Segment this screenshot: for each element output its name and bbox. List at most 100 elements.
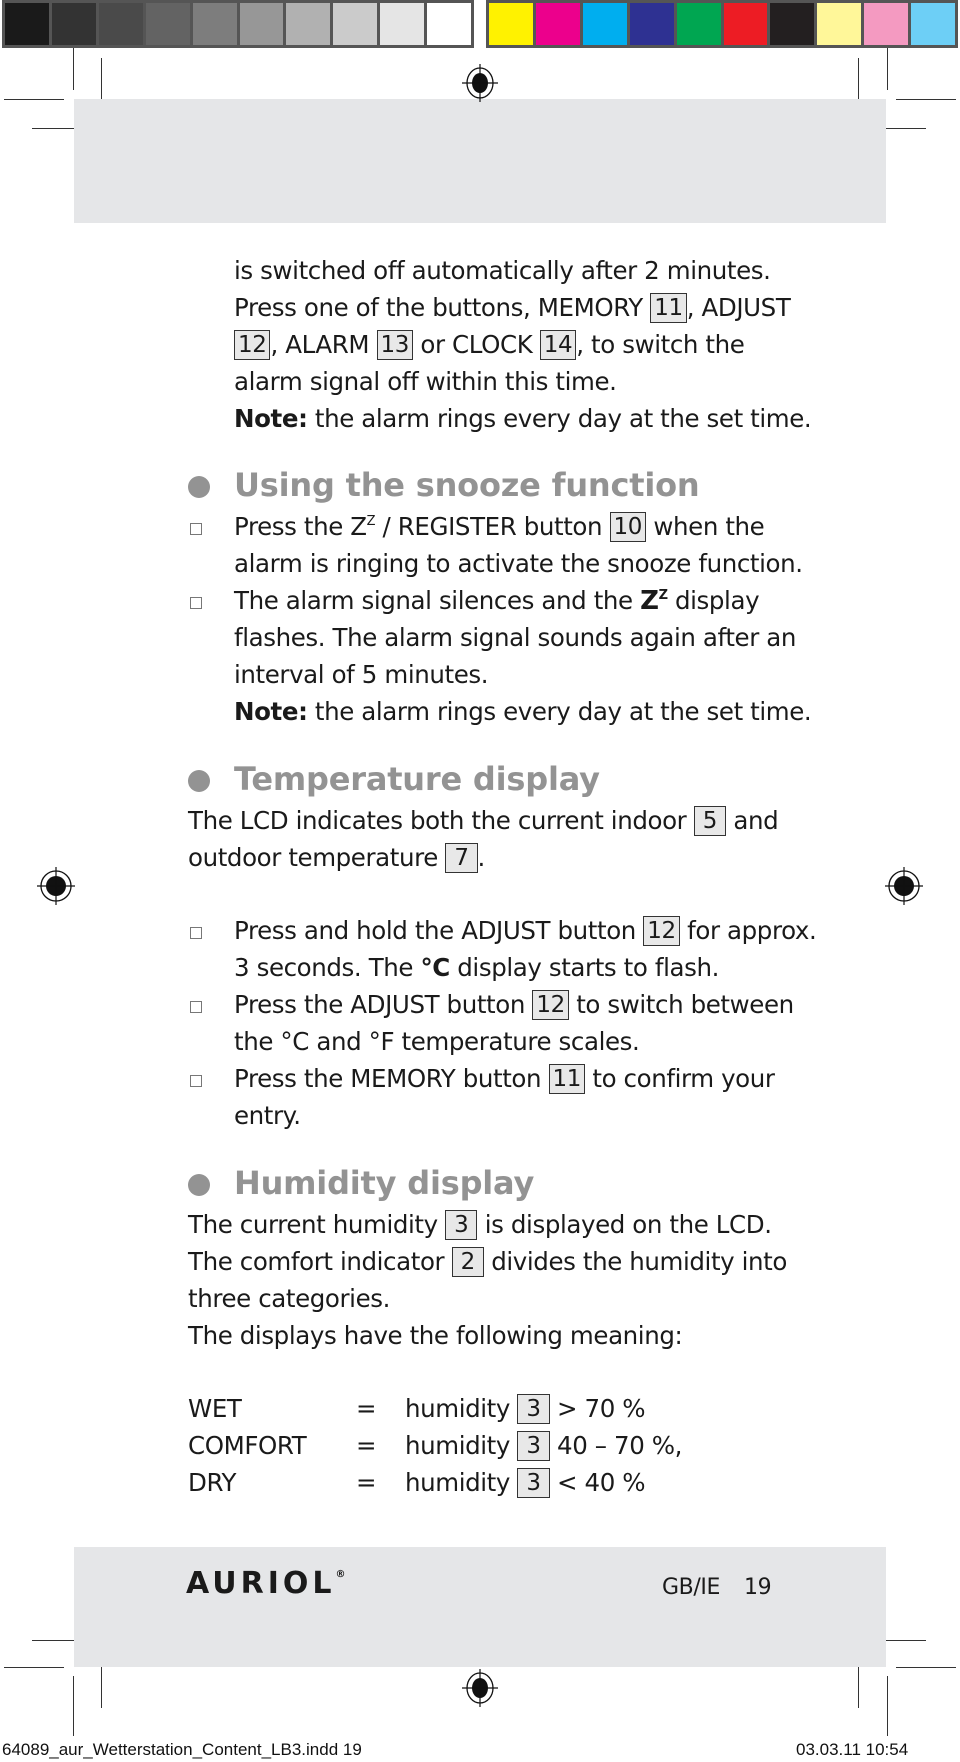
registration-mark-icon	[37, 867, 75, 905]
text: to confirm your	[584, 1064, 775, 1093]
grey-swatch	[51, 3, 96, 45]
text: 3 seconds. The	[234, 953, 421, 982]
intro-note: Note: the alarm rings every day at the s…	[234, 400, 812, 437]
section-bullet-icon	[188, 770, 210, 792]
text: display starts to flash.	[449, 953, 719, 982]
text: The comfort indicator	[188, 1247, 452, 1276]
grey-swatch	[239, 3, 284, 45]
brand-name: AURIOL	[186, 1566, 336, 1601]
grey-swatch	[286, 3, 331, 45]
slug-filename: 64089_aur_Wetterstation_Content_LB3.indd…	[2, 1740, 362, 1759]
grey-swatch	[192, 3, 237, 45]
note-label: Note:	[234, 404, 308, 433]
intro-line-1: is switched off automatically after 2 mi…	[234, 256, 771, 285]
ref-box-register: 10	[609, 512, 646, 542]
intro-line-2: Press one of the buttons, MEMORY 11, ADJ…	[234, 289, 791, 326]
grey-swatch	[380, 3, 425, 45]
crop-mark	[73, 1676, 74, 1736]
table-row: DRY	[188, 1464, 236, 1501]
crop-mark	[896, 99, 956, 100]
temperature-step-2: Press the ADJUST button 12 to switch bet…	[234, 986, 794, 1023]
ref-box-humidity: 3	[445, 1210, 478, 1240]
humidity-line-3: three categories.	[188, 1284, 391, 1313]
color-swatch	[489, 3, 533, 45]
row-label: WET	[188, 1394, 242, 1423]
text: divides the humidity into	[483, 1247, 787, 1276]
snooze-step-2-line-3: interval of 5 minutes.	[234, 660, 489, 689]
color-swatch	[770, 3, 815, 45]
text: .	[477, 843, 486, 872]
snooze-step-2-line-2: flashes. The alarm signal sounds again a…	[234, 623, 796, 652]
checkbox-bullet-icon	[190, 927, 202, 939]
text: or CLOCK	[420, 330, 533, 359]
checkbox-bullet-icon	[190, 523, 202, 535]
color-swatch	[864, 3, 909, 45]
crop-mark	[32, 128, 80, 129]
humidity-line-1: The current humidity 3 is displayed on t…	[188, 1206, 772, 1243]
page-number: 19	[744, 1575, 772, 1600]
temperature-step-2-line-2: the °C and °F temperature scales.	[234, 1027, 640, 1056]
text: Press the Z	[234, 512, 367, 541]
registration-mark-icon	[462, 1669, 498, 1707]
intro-line-4: alarm signal off within this time.	[234, 367, 617, 396]
text: is displayed on the LCD.	[477, 1210, 772, 1239]
section-heading-temperature: Temperature display	[234, 760, 600, 798]
color-swatch	[535, 3, 580, 45]
snooze-step-1: Press the ZZ / REGISTER button 10 when t…	[234, 508, 765, 545]
table-row-eq: =	[356, 1431, 377, 1460]
temperature-step-3-line-2: entry.	[234, 1101, 301, 1130]
registration-mark-icon	[885, 867, 923, 905]
note-text: the alarm rings every day at the set tim…	[307, 697, 812, 726]
text: humidity	[405, 1468, 510, 1497]
brand-logo: AURIOL®	[186, 1566, 346, 1601]
crop-mark	[73, 48, 74, 90]
temperature-step-1: Press and hold the ADJUST button 12 for …	[234, 912, 817, 949]
color-swatch	[723, 3, 768, 45]
greyscale-color-bar	[2, 0, 474, 48]
ref-box-memory: 11	[548, 1064, 585, 1094]
grey-swatch	[5, 3, 49, 45]
section-heading-snooze: Using the snooze function	[234, 466, 700, 504]
crop-mark	[887, 48, 888, 90]
page-locale: GB/IE	[662, 1575, 720, 1600]
grey-swatch	[333, 3, 378, 45]
text: The LCD indicates both the current indoo…	[188, 806, 694, 835]
color-swatch	[817, 3, 862, 45]
humidity-line-2: The comfort indicator 2 divides the humi…	[188, 1243, 787, 1280]
celsius-symbol: °C	[420, 953, 450, 982]
text: The current humidity	[188, 1210, 446, 1239]
text: Press one of the buttons, MEMORY	[234, 293, 643, 322]
section-heading-humidity: Humidity display	[234, 1164, 535, 1202]
ref-box-humidity: 3	[517, 1431, 550, 1461]
temperature-intro-line-2: outdoor temperature 7.	[188, 839, 485, 876]
text: Press the MEMORY button	[234, 1064, 549, 1093]
temperature-step-3: Press the MEMORY button 11 to confirm yo…	[234, 1060, 775, 1097]
table-row-eq: =	[356, 1468, 377, 1497]
ref-box-comfort: 2	[451, 1247, 484, 1277]
table-row-value: humidity 3 < 40 %	[405, 1464, 646, 1501]
grey-swatch	[427, 3, 472, 45]
text: , to switch the	[576, 330, 745, 359]
text: when the	[646, 512, 765, 541]
table-row: WET	[188, 1390, 242, 1427]
text: Z	[658, 588, 668, 603]
checkbox-bullet-icon	[190, 597, 202, 609]
text: Z	[366, 514, 376, 529]
snooze-step-2: The alarm signal silences and the ZZ dis…	[234, 582, 760, 620]
text: The alarm signal silences and the	[234, 586, 641, 615]
text: humidity	[405, 1394, 510, 1423]
ref-box-outdoor: 7	[445, 843, 478, 873]
registration-mark-icon	[462, 64, 498, 102]
text: outdoor temperature	[188, 843, 446, 872]
checkbox-bullet-icon	[190, 1001, 202, 1013]
footer-band	[74, 1547, 886, 1667]
ref-box-humidity: 3	[517, 1394, 550, 1424]
section-bullet-icon	[188, 1174, 210, 1196]
table-row: COMFORT	[188, 1427, 307, 1464]
humidity-line-4: The displays have the following meaning:	[188, 1321, 683, 1350]
ref-box-humidity: 3	[517, 1468, 550, 1498]
table-row-value: humidity 3 40 – 70 %,	[405, 1427, 682, 1464]
ref-box-indoor: 5	[693, 806, 726, 836]
color-swatch	[911, 3, 956, 45]
snooze-note: Note: the alarm rings every day at the s…	[234, 693, 812, 730]
